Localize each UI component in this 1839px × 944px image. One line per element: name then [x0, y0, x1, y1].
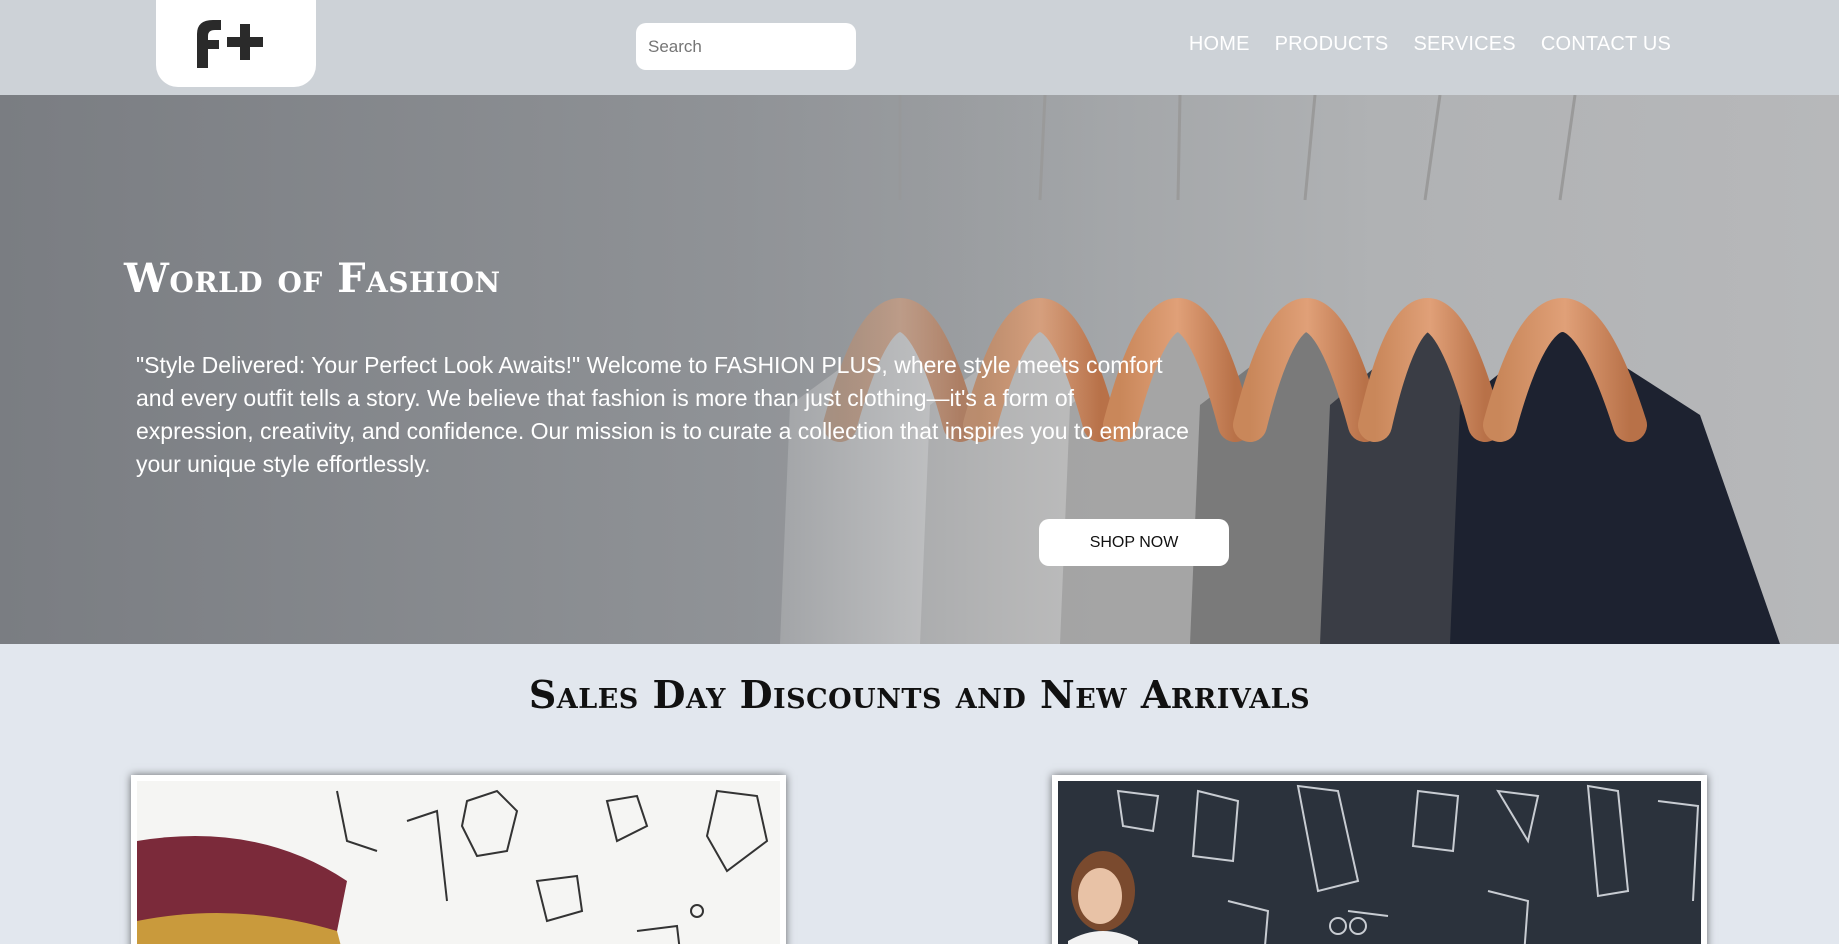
nav-home[interactable]: HOME [1189, 33, 1250, 56]
nav-contact-us[interactable]: CONTACT US [1541, 33, 1671, 56]
site-header: HOME PRODUCTS SERVICES CONTACT US [0, 0, 1839, 95]
nav-services[interactable]: SERVICES [1413, 33, 1515, 56]
clothing-doodle-illustration [137, 789, 769, 944]
hero-banner: World of Fashion "Style Delivered: Your … [0, 95, 1839, 644]
clothing-pattern-image [1058, 781, 1701, 944]
product-card[interactable] [1052, 775, 1707, 944]
product-card[interactable] [131, 775, 786, 944]
logo[interactable] [156, 0, 316, 87]
nav-products[interactable]: PRODUCTS [1275, 33, 1389, 56]
clothing-doodle-image [137, 781, 780, 944]
main-nav: HOME PRODUCTS SERVICES CONTACT US [1189, 33, 1671, 56]
section-title: Sales Day Discounts and New Arrivals [528, 672, 1311, 717]
f-plus-logo-icon [197, 20, 263, 68]
clothing-pattern-illustration [1068, 784, 1700, 944]
shop-now-button[interactable]: SHOP NOW [1039, 519, 1229, 566]
search-input[interactable] [636, 23, 856, 70]
hero-description: "Style Delivered: Your Perfect Look Awai… [136, 352, 1189, 477]
hero-title: World of Fashion [124, 255, 501, 302]
